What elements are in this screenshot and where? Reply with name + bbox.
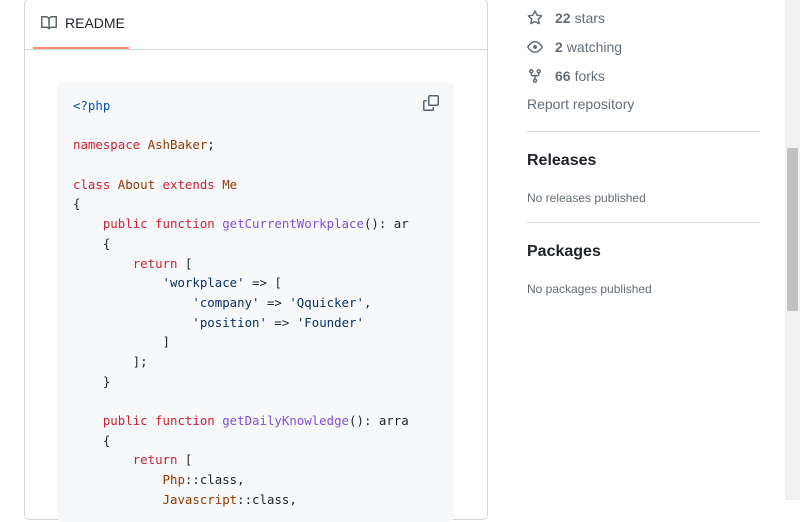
code-token: About [117, 176, 163, 192]
code-line: ] [73, 332, 409, 352]
readme-header: README [25, 0, 487, 50]
code-line: { [73, 234, 409, 254]
code-token: public function [102, 413, 223, 428]
code-token: class [73, 176, 118, 192]
code-token: public function [102, 216, 223, 232]
code-line: namespace AshBaker; [73, 135, 409, 155]
code-token: (): arra [349, 413, 409, 428]
code-token: => [266, 314, 297, 330]
code-line: { [73, 194, 409, 214]
releases-empty-text: No releases published [527, 191, 646, 205]
code-token: => [259, 294, 290, 310]
star-icon [527, 10, 543, 26]
watching-link[interactable]: 2 watching [527, 35, 622, 59]
code-token: ]; [73, 353, 148, 369]
page-scrollbar[interactable] [785, 0, 800, 500]
code-token: [ [184, 255, 193, 271]
code-line: public function getDailyKnowledge(): arr… [73, 411, 409, 431]
stars-link[interactable]: 22 stars [527, 6, 605, 30]
code-token: <?php [73, 98, 111, 113]
code-line: public function getCurrentWorkplace(): a… [73, 214, 409, 234]
code-token: Php [162, 472, 185, 488]
code-token: [ [184, 452, 193, 468]
stars-label: stars [574, 10, 605, 26]
section-divider [527, 222, 760, 223]
code-content: <?php namespace AshBaker; class About exte… [73, 96, 409, 509]
copy-icon [423, 95, 439, 111]
code-token: 'Founder' [296, 314, 364, 330]
code-token: 'workplace' [162, 275, 245, 291]
code-token: 'company' [192, 294, 260, 310]
code-line: 'workplace' => [ [73, 273, 409, 293]
code-token: , [363, 294, 372, 310]
eye-icon [527, 39, 543, 55]
report-repository-link[interactable]: Report repository [527, 96, 634, 112]
code-line: Php::class, [73, 470, 409, 490]
code-block: <?php namespace AshBaker; class About exte… [57, 82, 454, 522]
book-icon [41, 15, 57, 31]
code-line: 'company' => 'Qquicker', [73, 293, 409, 313]
code-token: getCurrentWorkplace [222, 216, 364, 232]
section-divider [527, 131, 760, 132]
code-token: getDailyKnowledge [222, 413, 350, 428]
code-token: { [73, 196, 81, 212]
readme-tab-label: README [65, 15, 125, 31]
code-line: <?php [73, 96, 409, 116]
code-token: ] [73, 334, 170, 350]
releases-heading[interactable]: Releases [527, 152, 596, 170]
code-line: ]; [73, 352, 409, 372]
packages-heading[interactable]: Packages [527, 243, 601, 261]
code-line: class About extends Me [73, 175, 409, 195]
code-token: return [132, 255, 185, 271]
copy-button[interactable] [422, 94, 440, 112]
code-token: ::class, [184, 472, 245, 488]
code-line: return [ [73, 450, 409, 470]
scrollbar-thumb[interactable] [787, 148, 798, 311]
readme-tab[interactable]: README [33, 0, 129, 49]
code-token: extends [162, 176, 223, 192]
watching-label: watching [566, 39, 623, 55]
forks-count: 66 [555, 68, 571, 84]
code-token: 'Qquicker' [289, 294, 364, 310]
code-token: { [73, 432, 111, 448]
code-token: namespace [73, 137, 148, 153]
code-token: Me [222, 176, 238, 192]
forks-link[interactable]: 66 forks [527, 64, 605, 88]
code-token: Javascript [162, 491, 238, 507]
code-token: (): ar [363, 216, 409, 232]
code-token: ::class, [237, 491, 297, 507]
code-line: return [ [73, 254, 409, 274]
packages-empty-text: No packages published [527, 282, 652, 296]
code-token: { [73, 235, 111, 251]
code-line: } [73, 372, 409, 392]
code-line: { [73, 431, 409, 451]
code-token: ; [207, 137, 215, 153]
code-token: } [73, 373, 111, 389]
code-token: 'position' [192, 314, 267, 330]
forks-label: forks [574, 68, 605, 84]
code-token: => [ [244, 275, 282, 291]
stars-count: 22 [555, 10, 571, 26]
fork-icon [527, 68, 543, 84]
readme-panel: README <?php namespace AshBaker; class Abo… [24, 0, 488, 522]
code-token: AshBaker [147, 137, 208, 153]
code-line: 'position' => 'Founder' [73, 313, 409, 333]
code-token: return [132, 452, 185, 468]
watching-count: 2 [555, 39, 563, 55]
